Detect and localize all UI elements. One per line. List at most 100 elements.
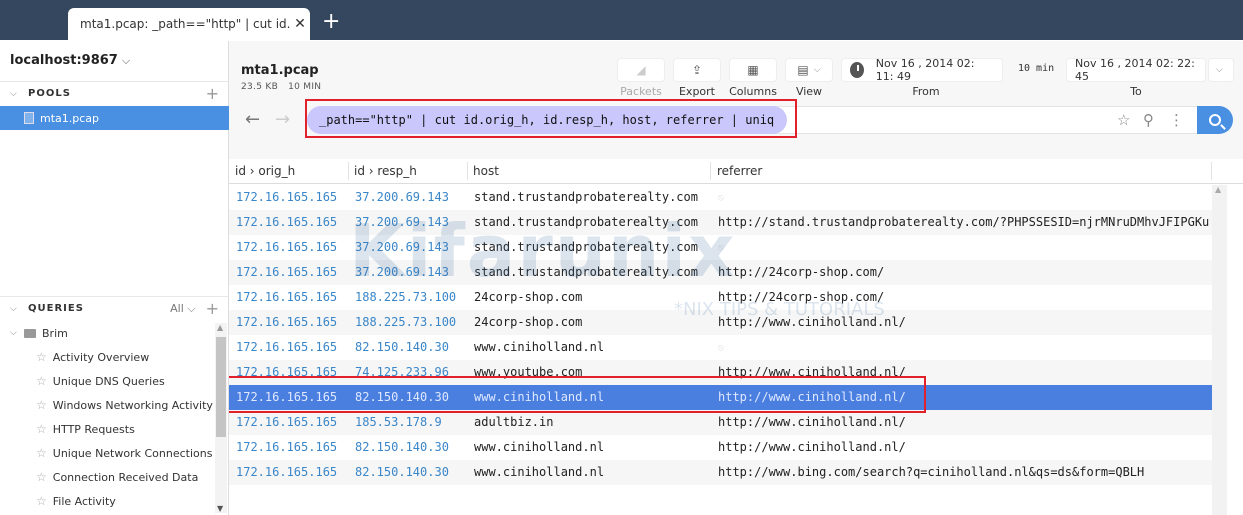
cell-orig-h[interactable]: 172.16.165.165: [236, 465, 337, 479]
table-row[interactable]: 172.16.165.165 82.150.140.30 www.ciniholla…: [229, 335, 1212, 360]
export-button[interactable]: ⇪: [674, 59, 720, 81]
query-item[interactable]: ☆ HTTP Requests: [0, 417, 214, 441]
cell-resp-h[interactable]: 188.225.73.100: [355, 315, 456, 329]
cell-orig-h[interactable]: 172.16.165.165: [236, 440, 337, 454]
cell-resp-h[interactable]: 82.150.140.30: [355, 440, 449, 454]
cell-resp-h[interactable]: 188.225.73.100: [355, 290, 456, 304]
host-selector[interactable]: localhost:9867 ⌵: [10, 53, 130, 68]
column-header-referrer[interactable]: referrer: [717, 164, 762, 178]
table-row[interactable]: 172.16.165.165 37.200.69.143 stand.trustan…: [229, 185, 1212, 210]
cell-referrer[interactable]: http://www.bing.com/search?q=ciniholland…: [718, 465, 1144, 479]
cell-orig-h[interactable]: 172.16.165.165: [236, 340, 337, 354]
star-icon[interactable]: ☆: [36, 494, 47, 508]
cell-resp-h[interactable]: 37.200.69.143: [355, 190, 449, 204]
forward-arrow-icon[interactable]: →: [275, 109, 290, 130]
cell-referrer[interactable]: http://www.ciniholland.nl/: [718, 440, 906, 454]
close-tab-icon[interactable]: ✕: [290, 16, 310, 32]
cell-orig-h[interactable]: 172.16.165.165: [236, 215, 337, 229]
cell-resp-h[interactable]: 185.53.178.9: [355, 415, 442, 429]
cell-orig-h[interactable]: 172.16.165.165: [236, 290, 337, 304]
queries-scrollbar[interactable]: ▲ ▼: [215, 323, 227, 513]
query-item[interactable]: ☆ Windows Networking Activity: [0, 393, 214, 417]
table-row[interactable]: 172.16.165.165 82.150.140.30 www.ciniholla…: [229, 435, 1212, 460]
cell-referrer[interactable]: http://stand.trustandprobaterealty.com/?…: [718, 215, 1209, 229]
table-row[interactable]: 172.16.165.165 37.200.69.143 stand.trustan…: [229, 210, 1212, 235]
columns-button[interactable]: ▦: [730, 59, 776, 81]
pin-icon[interactable]: ⚲: [1143, 111, 1154, 129]
cell-orig-h[interactable]: 172.16.165.165: [236, 240, 337, 254]
pool-item-mta1[interactable]: mta1.pcap: [0, 106, 229, 130]
add-query-button[interactable]: +: [206, 299, 219, 318]
star-icon[interactable]: ☆: [36, 446, 47, 460]
tab-query[interactable]: mta1.pcap: _path=="http" | cut id.o... ✕: [68, 8, 310, 40]
cell-host[interactable]: stand.trustandprobaterealty.com: [474, 240, 698, 254]
scrollbar-thumb[interactable]: [216, 337, 226, 437]
query-item[interactable]: ☆ Connection Received Data: [0, 465, 214, 489]
table-row[interactable]: 172.16.165.165 185.53.178.9 adultbiz.in htt…: [229, 410, 1212, 435]
cell-host[interactable]: stand.trustandprobaterealty.com: [474, 265, 698, 279]
table-row[interactable]: 172.16.165.165 37.200.69.143 stand.trustan…: [229, 260, 1212, 285]
column-divider[interactable]: [467, 162, 468, 180]
cell-referrer[interactable]: http://24corp-shop.com/: [718, 265, 884, 279]
scroll-up-icon[interactable]: ▲: [1212, 185, 1227, 194]
query-item[interactable]: ☆ Unique DNS Queries: [0, 369, 214, 393]
query-item[interactable]: ☆ Unique Network Connections: [0, 441, 214, 465]
cell-referrer[interactable]: ⦸: [718, 243, 724, 253]
table-row[interactable]: 172.16.165.165 82.150.140.30 www.ciniholla…: [229, 460, 1212, 485]
star-icon[interactable]: ☆: [36, 398, 47, 412]
column-divider[interactable]: [348, 162, 349, 180]
scroll-down-icon[interactable]: ▼: [217, 504, 223, 513]
add-pool-button[interactable]: +: [206, 84, 219, 103]
cell-referrer[interactable]: http://www.ciniholland.nl/: [718, 315, 906, 329]
column-header-host[interactable]: host: [473, 164, 499, 178]
cell-host[interactable]: www.ciniholland.nl: [474, 340, 604, 354]
column-divider[interactable]: [1211, 162, 1212, 180]
star-icon[interactable]: ☆: [1117, 111, 1130, 129]
queries-filter-dropdown[interactable]: All ⌵: [170, 302, 195, 316]
table-row[interactable]: 172.16.165.165 37.200.69.143 stand.trustan…: [229, 235, 1212, 260]
table-row[interactable]: 172.16.165.165 188.225.73.100 24corp-shop.…: [229, 310, 1212, 335]
cell-resp-h[interactable]: 82.150.140.30: [355, 340, 449, 354]
packets-button[interactable]: ◢: [618, 59, 664, 81]
star-icon[interactable]: ☆: [36, 422, 47, 436]
star-icon[interactable]: ☆: [36, 350, 47, 364]
column-header-resp-h[interactable]: id › resp_h: [354, 164, 417, 178]
scroll-up-icon[interactable]: ▲: [217, 323, 223, 332]
cell-orig-h[interactable]: 172.16.165.165: [236, 265, 337, 279]
pools-section-header[interactable]: ⌵ POOLS +: [0, 81, 229, 105]
query-folder-brim[interactable]: ⌵ Brim: [0, 321, 214, 345]
table-scrollbar[interactable]: ▲: [1212, 185, 1227, 515]
cell-host[interactable]: 24corp-shop.com: [474, 315, 582, 329]
cell-resp-h[interactable]: 82.150.140.30: [355, 465, 449, 479]
time-range-dropdown[interactable]: ⌵: [1209, 59, 1233, 81]
cell-host[interactable]: www.ciniholland.nl: [474, 440, 604, 454]
cell-host[interactable]: 24corp-shop.com: [474, 290, 582, 304]
view-button[interactable]: ▤ ⌵: [786, 59, 832, 81]
more-options-icon[interactable]: ⋮: [1169, 111, 1184, 129]
cell-resp-h[interactable]: 37.200.69.143: [355, 265, 449, 279]
cell-resp-h[interactable]: 37.200.69.143: [355, 215, 449, 229]
column-header-orig-h[interactable]: id › orig_h: [235, 164, 295, 178]
from-time-input[interactable]: Nov 16 , 2014 02: 11: 49: [842, 57, 1002, 83]
cell-referrer[interactable]: http://www.ciniholland.nl/: [718, 415, 906, 429]
cell-host[interactable]: stand.trustandprobaterealty.com: [474, 190, 698, 204]
chevron-down-icon[interactable]: ⌵: [10, 304, 24, 314]
query-item[interactable]: ☆ Activity Overview: [0, 345, 214, 369]
query-item[interactable]: ☆ File Activity: [0, 489, 214, 513]
star-icon[interactable]: ☆: [36, 374, 47, 388]
column-divider[interactable]: [710, 162, 711, 180]
cell-orig-h[interactable]: 172.16.165.165: [236, 415, 337, 429]
cell-resp-h[interactable]: 37.200.69.143: [355, 240, 449, 254]
cell-referrer[interactable]: ⦸: [718, 193, 724, 203]
cell-orig-h[interactable]: 172.16.165.165: [236, 315, 337, 329]
cell-host[interactable]: www.ciniholland.nl: [474, 465, 604, 479]
back-arrow-icon[interactable]: ←: [245, 109, 260, 130]
cell-referrer[interactable]: ⦸: [718, 343, 724, 353]
star-icon[interactable]: ☆: [36, 470, 47, 484]
table-row[interactable]: 172.16.165.165 188.225.73.100 24corp-shop.…: [229, 285, 1212, 310]
cell-orig-h[interactable]: 172.16.165.165: [236, 190, 337, 204]
cell-host[interactable]: stand.trustandprobaterealty.com: [474, 215, 698, 229]
cell-referrer[interactable]: http://24corp-shop.com/: [718, 290, 884, 304]
new-tab-button[interactable]: +: [322, 8, 340, 36]
chevron-down-icon[interactable]: ⌵: [10, 89, 24, 99]
